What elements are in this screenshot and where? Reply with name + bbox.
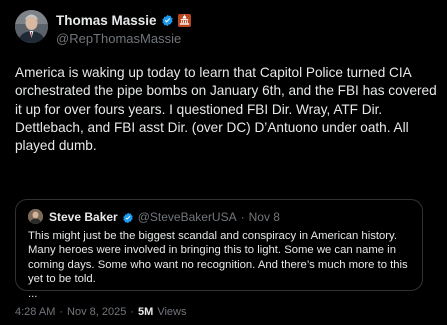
- meta-separator: ·: [59, 306, 64, 318]
- quoted-author-row: Steve Baker @SteveBakerUSA · Nov 8: [49, 209, 280, 224]
- author-name-row: Thomas Massie: [56, 12, 191, 28]
- quoted-author-avatar[interactable]: [28, 209, 43, 224]
- author-handle[interactable]: @RepThomasMassie: [56, 31, 181, 46]
- post-time[interactable]: 4:28 AM: [15, 306, 55, 318]
- author-avatar[interactable]: [15, 10, 48, 43]
- verified-badge-icon[interactable]: [161, 14, 174, 27]
- us-capitol-badge-icon[interactable]: [177, 13, 191, 27]
- meta-separator: ·: [130, 306, 135, 318]
- quoted-separator: ·: [240, 209, 245, 224]
- post-text: America is waking up today to learn that…: [15, 65, 437, 154]
- views-label: Views: [157, 306, 187, 318]
- views-count: 5M: [138, 306, 154, 318]
- quoted-author-name[interactable]: Steve Baker: [49, 210, 118, 224]
- quoted-author-handle[interactable]: @SteveBakerUSA: [138, 210, 237, 224]
- quoted-post-card[interactable]: Steve Baker @SteveBakerUSA · Nov 8 This …: [15, 199, 423, 300]
- quoted-author-avatar-image: [28, 209, 43, 224]
- author-display-name[interactable]: Thomas Massie: [56, 13, 157, 28]
- post-meta: 4:28 AM · Nov 8, 2025 · 5M Views: [15, 306, 186, 318]
- author-avatar-image: [15, 10, 48, 43]
- post-date[interactable]: Nov 8, 2025: [67, 306, 126, 318]
- quoted-post-text: This might just be the biggest scandal a…: [28, 230, 408, 300]
- verified-badge-icon[interactable]: [122, 211, 134, 223]
- quoted-date[interactable]: Nov 8: [249, 210, 280, 224]
